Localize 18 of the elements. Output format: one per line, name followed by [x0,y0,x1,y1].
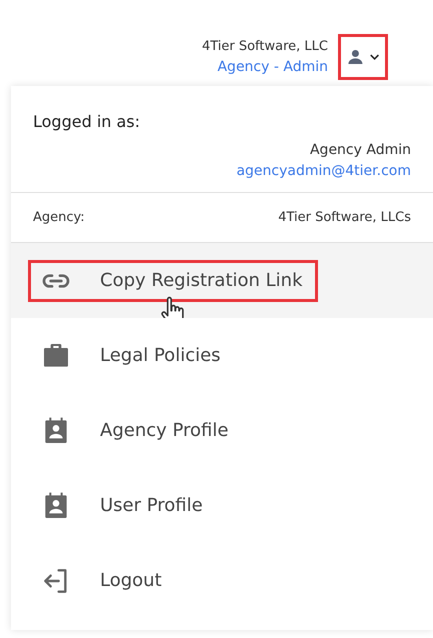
menu-item-label: Logout [100,569,162,593]
menu-item-label: Agency Profile [100,419,228,443]
menu-item[interactable]: Logout [11,543,433,618]
menu-item-label: Copy Registration Link [100,269,303,293]
user-email: agencyadmin@4tier.com [236,162,411,181]
menu-item[interactable]: Legal Policies [11,318,433,393]
menu-item[interactable]: User Profile [11,468,433,543]
menu-item-label: User Profile [100,494,203,518]
logged-in-heading: Logged in as: [33,111,142,133]
menu-item[interactable]: Copy Registration Link [11,243,433,318]
organization-name: 4Tier Software, LLC [202,38,328,56]
agency-value: 4Tier Software, LLCs [278,208,411,227]
menu-item-label: Legal Policies [100,344,221,368]
user-name: Agency Admin [310,141,411,160]
menu-item[interactable]: Agency Profile [11,393,433,468]
user-menu-button[interactable] [338,34,388,80]
agency-label: Agency: [33,208,85,227]
user-role: Agency - Admin [217,58,328,77]
